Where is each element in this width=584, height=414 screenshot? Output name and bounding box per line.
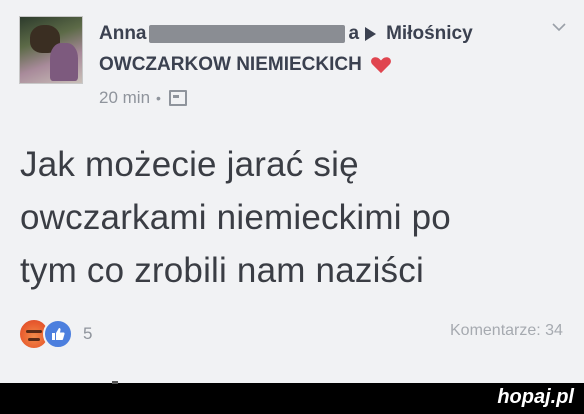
post-text-line: Jak możecie jarać się bbox=[20, 145, 359, 184]
post-meta: 20 min • bbox=[99, 88, 187, 108]
post-text-line: owczarkami niemieckimi po bbox=[20, 198, 451, 237]
separator-dot: • bbox=[156, 90, 161, 106]
bar-tick bbox=[112, 381, 118, 384]
group-name-continued[interactable]: OWCZARKOW NIEMIECKICH bbox=[99, 54, 362, 76]
avatar[interactable] bbox=[19, 16, 83, 84]
reactions-summary[interactable]: 5 bbox=[18, 318, 92, 350]
globe-icon[interactable] bbox=[168, 90, 187, 106]
post-header: Anna a Miłośnicy bbox=[99, 22, 473, 46]
reaction-count[interactable]: 5 bbox=[83, 324, 92, 344]
timestamp[interactable]: 20 min bbox=[99, 88, 150, 108]
watermark-logo: hopaj.pl bbox=[497, 386, 574, 408]
arrow-right-icon bbox=[365, 27, 377, 41]
author-name[interactable]: Anna bbox=[99, 23, 147, 45]
comments-count[interactable]: Komentarze: 34 bbox=[450, 322, 563, 340]
group-name-line2[interactable]: OWCZARKOW NIEMIECKICH bbox=[99, 54, 392, 76]
author-name-fragment[interactable]: a bbox=[349, 23, 360, 45]
post-text: Jak możecie jarać się owczarkami niemiec… bbox=[20, 138, 560, 297]
avatar-person-shape bbox=[50, 43, 78, 81]
watermark-bar: hopaj.pl bbox=[0, 381, 584, 414]
group-name[interactable]: Miłośnicy bbox=[386, 23, 473, 45]
chevron-down-icon[interactable] bbox=[552, 22, 566, 32]
like-icon bbox=[43, 319, 73, 349]
post-card: Anna a Miłośnicy OWCZARKOW NIEMIECKICH 2… bbox=[0, 0, 584, 383]
redacted-name-bar bbox=[148, 25, 345, 43]
post-text-line: tym co zrobili nam naziści bbox=[20, 251, 424, 290]
heart-icon bbox=[370, 57, 391, 74]
